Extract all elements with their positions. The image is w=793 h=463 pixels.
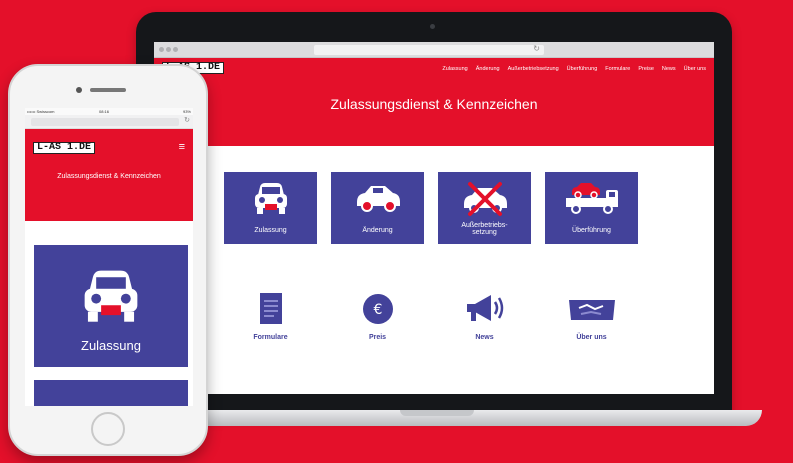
address-bar[interactable]: ↻ [314,44,544,55]
link-label: News [475,334,494,341]
tile-label: Überführung [572,227,611,234]
link-news[interactable]: News [438,292,531,352]
status-time: 08:16 [99,109,110,114]
tile-ueberfuehrung[interactable]: Überführung [545,172,638,244]
car-front-icon [224,182,317,216]
secondary-links: Formulare € Preis News Über uns [224,292,638,352]
mobile-hero-title: Zulassungsdienst & Kennzeichen [57,173,161,180]
nav-item-ueberfuehrung[interactable]: Überführung [567,66,598,72]
car-crossed-icon [438,182,531,216]
tile-label-line2: setzung [472,229,497,236]
home-button[interactable] [91,412,125,446]
car-side-icon [331,182,424,214]
nav-item-zulassung[interactable]: Zulassung [442,66,467,72]
handshake-icon [545,292,638,326]
window-minimize-button[interactable] [166,47,171,52]
laptop-base [112,410,762,426]
tow-truck-icon [545,182,638,216]
link-label: Preis [368,334,387,341]
main-nav: Zulassung Änderung Außerbetriebsetzung Ü… [442,66,706,72]
laptop-device: ↻ L-AS 1.DE Zulassung Änderung Außerbetr… [136,12,732,416]
laptop-screen: ↻ L-AS 1.DE Zulassung Änderung Außerbetr… [154,42,714,394]
laptop-camera [430,24,435,29]
tile-zulassung[interactable]: Zulassung [224,172,317,244]
tile-label: Zulassung [254,227,287,234]
status-bar: •••••• Swisscom 08:16 93% [25,108,193,115]
nav-item-ausserbetriebsetzung[interactable]: Außerbetriebsetzung [508,66,559,72]
nav-item-news[interactable]: News [662,66,676,72]
link-preis[interactable]: € Preis [331,292,424,352]
phone-device: •••••• Swisscom 08:16 93% ↻ L-AS 1.DE ≡ … [8,64,208,456]
nav-item-ueber-uns[interactable]: Über uns [684,66,706,72]
phone-screen: •••••• Swisscom 08:16 93% ↻ L-AS 1.DE ≡ … [25,108,193,406]
battery-label: 93% [182,109,191,114]
car-front-icon [34,269,188,325]
mobile-site-header: L-AS 1.DE ≡ Zulassungsdienst & Kennzeich… [25,129,193,221]
svg-text:€: € [373,302,382,318]
site-logo[interactable]: L-AS 1.DE [33,142,96,154]
link-label: Formulare [253,334,288,341]
tile-label-line1: Außerbetriebs- [461,222,508,229]
tile-ausserbetriebsetzung[interactable]: Außerbetriebs- setzung [438,172,531,244]
reload-icon[interactable]: ↻ [184,116,190,124]
reload-icon[interactable]: ↻ [533,44,540,53]
euro-icon: € [331,292,424,326]
tile-label: Änderung [362,227,393,234]
service-tiles: Zulassung Änderung Außerbetriebs- setzun… [224,172,638,244]
tile-aenderung[interactable]: Änderung [331,172,424,244]
laptop-base-notch [400,410,474,416]
browser-toolbar: ↻ [154,42,714,58]
mobile-url-field[interactable] [31,118,179,126]
window-close-button[interactable] [159,47,164,52]
link-formulare[interactable]: Formulare [224,292,317,352]
phone-speaker [90,88,126,92]
link-label: Über uns [576,334,607,341]
link-ueber-uns[interactable]: Über uns [545,292,638,352]
nav-item-formulare[interactable]: Formulare [605,66,630,72]
site-header: L-AS 1.DE Zulassung Änderung Außerbetrie… [154,58,714,146]
tile-label: Außerbetriebs- setzung [438,222,531,236]
megaphone-icon [438,292,531,326]
mobile-tile-next[interactable] [34,380,188,406]
nav-item-preise[interactable]: Preise [638,66,654,72]
mobile-tile-label: Zulassung [81,338,141,353]
window-maximize-button[interactable] [173,47,178,52]
carrier-label: •••••• Swisscom [27,109,55,114]
nav-item-aenderung[interactable]: Änderung [476,66,500,72]
mobile-tile-zulassung[interactable]: Zulassung [34,245,188,367]
phone-camera [76,87,82,93]
hamburger-menu-icon[interactable]: ≡ [179,141,185,153]
mobile-address-bar[interactable]: ↻ [25,115,193,129]
document-icon [224,292,317,326]
hero-title: Zulassungsdienst & Kennzeichen [330,96,538,112]
